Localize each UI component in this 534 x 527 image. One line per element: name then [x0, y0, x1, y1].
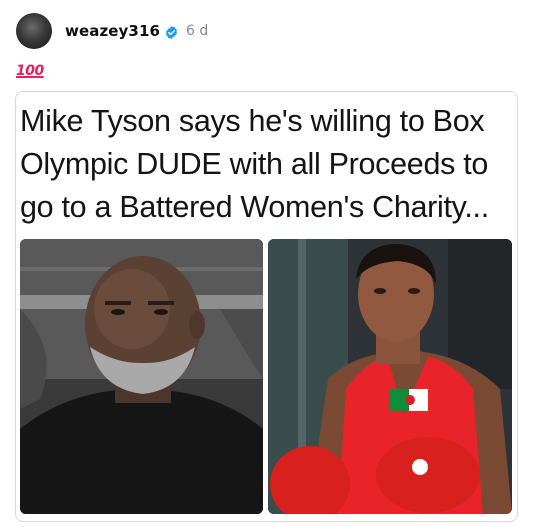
photo-mike-tyson — [20, 239, 263, 514]
image-headline: Mike Tyson says he's willing to Box Olym… — [20, 104, 489, 224]
caption: 100 — [16, 63, 44, 79]
hundred-points-icon: 100 — [16, 63, 44, 79]
username[interactable]: weazey316 — [65, 22, 160, 40]
photo-olympic-boxer — [268, 239, 512, 514]
post-header: weazey316 6 d — [16, 12, 208, 50]
verified-badge-icon — [164, 25, 179, 40]
user-block: weazey316 6 d — [65, 22, 208, 40]
timestamp[interactable]: 6 d — [186, 23, 208, 39]
avatar[interactable] — [16, 13, 52, 49]
shared-image-card[interactable]: Mike Tyson says he's willing to Box Olym… — [15, 91, 518, 522]
